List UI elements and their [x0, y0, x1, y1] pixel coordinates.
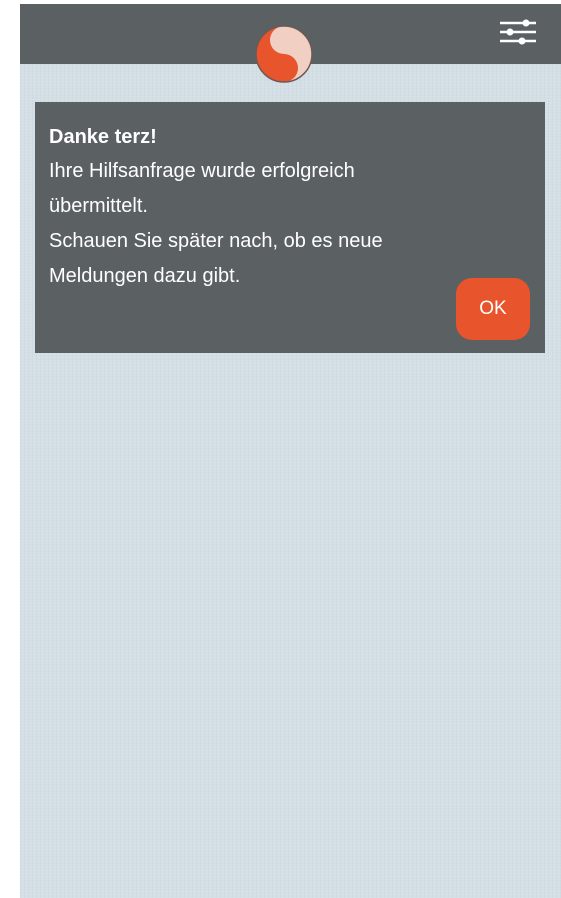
app-logo	[254, 24, 314, 84]
dialog-message-line: Ihre Hilfsanfrage wurde erfolgreich	[49, 160, 355, 182]
dialog-title: Danke terz!	[49, 126, 157, 148]
settings-sliders-icon	[500, 19, 536, 45]
ok-button[interactable]: OK	[456, 278, 530, 340]
dialog-message-line: übermittelt.	[49, 195, 148, 217]
dialog-message-line: Meldungen dazu gibt.	[49, 265, 241, 287]
app-screen: Danke terz! Ihre Hilfsanfrage wurde erfo…	[20, 4, 561, 898]
terz-logo-icon	[255, 25, 313, 83]
dialog-message-line: Schauen Sie später nach, ob es neue	[49, 230, 383, 252]
confirmation-dialog: Danke terz! Ihre Hilfsanfrage wurde erfo…	[35, 102, 545, 353]
settings-menu-button[interactable]	[498, 18, 538, 48]
